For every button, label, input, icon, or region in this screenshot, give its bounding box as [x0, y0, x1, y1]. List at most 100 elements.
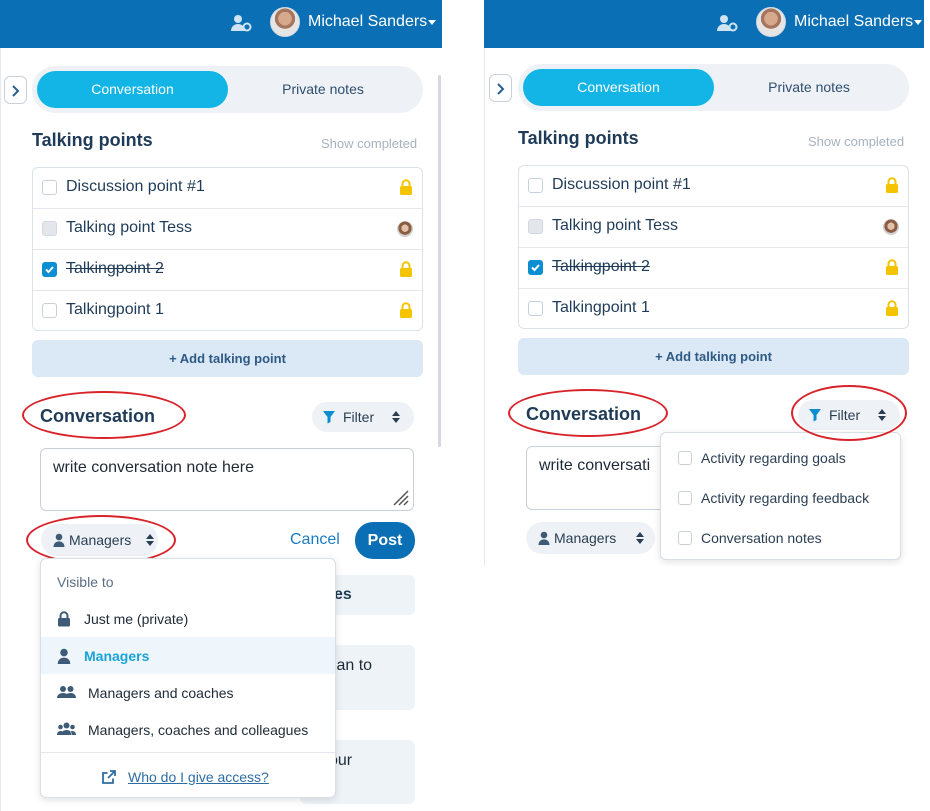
- user-settings-icon[interactable]: [716, 14, 738, 32]
- avatar[interactable]: [756, 7, 786, 37]
- person-icon: [538, 531, 550, 545]
- option-label: Managers and coaches: [88, 685, 234, 701]
- list-item[interactable]: Talkingpoint 1: [33, 291, 422, 332]
- talking-point-label: Talking point Tess: [66, 219, 192, 236]
- visibility-option-private[interactable]: Just me (private): [41, 600, 335, 637]
- talking-point-label: Talkingpoint 2: [66, 260, 164, 277]
- checkbox[interactable]: [42, 180, 57, 195]
- checkbox[interactable]: [678, 491, 692, 505]
- divider: [0, 48, 1, 811]
- talking-points-title: Talking points: [32, 130, 153, 150]
- external-link-icon: [102, 770, 116, 784]
- resize-handle-icon[interactable]: [390, 487, 410, 507]
- tab-private-notes[interactable]: Private notes: [228, 71, 418, 108]
- avatar: [883, 219, 899, 235]
- caret-down-icon[interactable]: [914, 20, 922, 25]
- checkbox[interactable]: [678, 531, 692, 545]
- talking-points-list: Discussion point #1 Talking point Tess T…: [518, 165, 909, 329]
- talking-points-list: Discussion point #1 Talking point Tess T…: [32, 167, 423, 331]
- option-label: Conversation notes: [701, 530, 822, 546]
- user-name[interactable]: Michael Sanders: [794, 13, 913, 31]
- filter-icon: [323, 411, 335, 424]
- scrollbar[interactable]: [438, 75, 441, 447]
- post-button[interactable]: Post: [355, 522, 415, 559]
- tab-conversation[interactable]: Conversation: [37, 71, 228, 108]
- lock-icon: [400, 261, 412, 277]
- avatar: [397, 221, 413, 237]
- tab-bar: Conversation Private notes: [32, 66, 423, 113]
- option-label: Just me (private): [84, 611, 189, 627]
- checkbox[interactable]: [678, 451, 692, 465]
- tab-bar: Conversation Private notes: [518, 64, 909, 111]
- checkbox[interactable]: [42, 221, 57, 236]
- add-talking-point-button[interactable]: + Add talking point: [518, 338, 909, 375]
- chevron-right-icon: [497, 83, 505, 95]
- user-name[interactable]: Michael Sanders: [308, 13, 427, 31]
- conversation-note-input[interactable]: write conversation note here: [40, 448, 414, 511]
- annotation-circle: [22, 391, 186, 439]
- checkbox[interactable]: [528, 260, 543, 275]
- sort-icon: [392, 411, 400, 423]
- visibility-option-managers-coaches[interactable]: Managers and coaches: [41, 674, 335, 711]
- show-completed-link[interactable]: Show completed: [808, 134, 904, 149]
- filter-option-notes[interactable]: Conversation notes: [661, 518, 900, 558]
- filter-option-feedback[interactable]: Activity regarding feedback: [661, 478, 900, 518]
- option-label: Managers, coaches and colleagues: [88, 722, 309, 738]
- visibility-option-managers[interactable]: Managers: [41, 637, 335, 674]
- expand-sidebar-button[interactable]: [489, 74, 512, 102]
- talking-point-label: Talking point Tess: [552, 217, 678, 234]
- left-screenshot-panel: Michael Sanders Conversation Private not…: [0, 0, 442, 811]
- list-item[interactable]: Discussion point #1: [519, 166, 908, 207]
- checkbox[interactable]: [528, 219, 543, 234]
- checkbox[interactable]: [42, 303, 57, 318]
- tab-private-notes[interactable]: Private notes: [714, 69, 904, 106]
- visibility-dropdown: Visible to Just me (private) Managers Ma…: [40, 558, 336, 798]
- sort-icon: [636, 532, 644, 544]
- visibility-option-all[interactable]: Managers, coaches and colleagues: [41, 711, 335, 748]
- lock-icon: [58, 611, 70, 627]
- visibility-label: Managers: [554, 530, 617, 546]
- list-item[interactable]: Discussion point #1: [33, 168, 422, 209]
- talking-points-title: Talking points: [518, 128, 639, 148]
- list-item[interactable]: Talkingpoint 2: [519, 248, 908, 289]
- checkbox[interactable]: [528, 301, 543, 316]
- dropdown-footer: Who do I give access?: [41, 752, 335, 798]
- filter-option-goals[interactable]: Activity regarding goals: [661, 438, 900, 478]
- lock-icon: [400, 179, 412, 195]
- tab-conversation[interactable]: Conversation: [523, 69, 714, 106]
- checkbox[interactable]: [42, 262, 57, 277]
- list-item[interactable]: Talkingpoint 2: [33, 250, 422, 291]
- talking-point-label: Discussion point #1: [66, 178, 205, 195]
- filter-dropdown: Activity regarding goals Activity regard…: [660, 432, 901, 560]
- cancel-button[interactable]: Cancel: [290, 531, 340, 549]
- user-settings-icon[interactable]: [230, 14, 252, 32]
- avatar[interactable]: [270, 7, 300, 37]
- add-talking-point-button[interactable]: + Add talking point: [32, 340, 423, 377]
- list-item[interactable]: Talkingpoint 1: [519, 289, 908, 330]
- chevron-right-icon: [12, 85, 20, 97]
- list-item[interactable]: Talking point Tess: [519, 207, 908, 248]
- check-icon: [531, 264, 540, 272]
- visibility-button[interactable]: Managers: [526, 522, 655, 554]
- dropdown-header: Visible to: [57, 574, 114, 590]
- note-text: write conversati: [539, 457, 651, 474]
- filter-button[interactable]: Filter: [312, 402, 414, 432]
- lock-icon: [886, 259, 898, 275]
- annotation-circle: [508, 389, 668, 437]
- option-label: Activity regarding goals: [701, 450, 846, 466]
- list-item[interactable]: Talking point Tess: [33, 209, 422, 250]
- talking-point-label: Talkingpoint 2: [552, 258, 650, 275]
- access-help-link[interactable]: Who do I give access?: [128, 769, 269, 785]
- caret-down-icon[interactable]: [428, 20, 436, 25]
- option-label: Managers: [84, 648, 150, 664]
- lock-icon: [886, 300, 898, 316]
- talking-point-label: Talkingpoint 1: [552, 299, 650, 316]
- two-people-icon: [57, 686, 76, 698]
- talking-point-label: Talkingpoint 1: [66, 301, 164, 318]
- lock-icon: [400, 302, 412, 318]
- expand-sidebar-button[interactable]: [4, 76, 27, 104]
- checkbox[interactable]: [528, 178, 543, 193]
- show-completed-link[interactable]: Show completed: [321, 136, 417, 151]
- background-text: es: [334, 586, 352, 603]
- top-bar: Michael Sanders: [484, 0, 924, 48]
